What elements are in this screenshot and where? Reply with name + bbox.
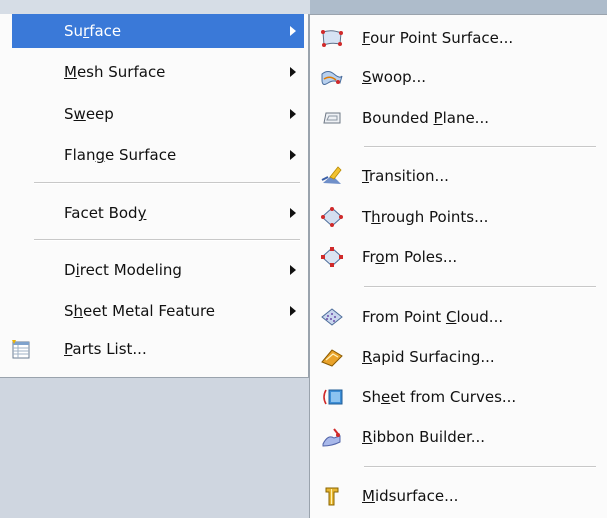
- menu-item-swoop[interactable]: Swoop...: [310, 60, 606, 94]
- menu-item-label: Through Points...: [362, 208, 489, 226]
- menu-item-label: Direct Modeling: [64, 261, 182, 279]
- bounded-plane-icon: [320, 107, 344, 129]
- menu-item-facet-body[interactable]: Facet Body: [12, 196, 304, 230]
- submenu-arrow-icon: [290, 265, 296, 275]
- menu-item-label: Parts List...: [64, 340, 147, 358]
- from-point-cloud-icon: [320, 306, 344, 328]
- menu-separator: [34, 239, 300, 241]
- menu-item-sheet-metal-feature[interactable]: Sheet Metal Feature: [12, 294, 304, 328]
- menu-item-label: Midsurface...: [362, 487, 459, 505]
- menu-item-label: Rapid Surfacing...: [362, 348, 495, 366]
- transition-icon: [320, 165, 344, 187]
- submenu-arrow-icon: [290, 208, 296, 218]
- through-points-icon: [320, 206, 344, 228]
- menu-item-ribbon-builder[interactable]: Ribbon Builder...: [310, 420, 606, 454]
- menu-separator: [34, 182, 300, 184]
- menu-separator: [364, 286, 596, 288]
- menu-item-label: From Poles...: [362, 248, 458, 266]
- background-area: [0, 378, 310, 518]
- menu-item-sweep[interactable]: Sweep: [12, 97, 304, 131]
- submenu-arrow-icon: [290, 67, 296, 77]
- menu-item-from-point-cloud[interactable]: From Point Cloud...: [310, 300, 606, 334]
- menu-item-label: Sweep: [64, 105, 114, 123]
- menu-separator: [364, 466, 596, 468]
- menu-item-label: Ribbon Builder...: [362, 428, 486, 446]
- four-point-surface-icon: [320, 27, 344, 49]
- menu-item-flange-surface[interactable]: Flange Surface: [12, 138, 304, 172]
- menu-item-direct-modeling[interactable]: Direct Modeling: [12, 253, 304, 287]
- surface-submenu: Four Point Surface... Swoop... Bounded P…: [309, 14, 607, 518]
- menu-item-label: Facet Body: [64, 204, 147, 222]
- submenu-arrow-icon: [290, 26, 296, 36]
- menu-item-label: Surface: [64, 22, 122, 40]
- from-poles-icon: [320, 246, 344, 268]
- menu-item-midsurface[interactable]: Midsurface...: [310, 479, 606, 513]
- menu-item-label: Four Point Surface...: [362, 29, 514, 47]
- rapid-surfacing-icon: [320, 346, 344, 368]
- menu-item-label: Transition...: [362, 167, 449, 185]
- background-strip: [310, 0, 607, 14]
- menu-item-label: Sheet from Curves...: [362, 388, 517, 406]
- midsurface-icon: [320, 485, 344, 507]
- menu-separator: [364, 146, 596, 148]
- menu-item-label: Mesh Surface: [64, 63, 166, 81]
- menu-item-label: Swoop...: [362, 68, 426, 86]
- menu-item-from-poles[interactable]: From Poles...: [310, 240, 606, 274]
- menu-item-bounded-plane[interactable]: Bounded Plane...: [310, 101, 606, 135]
- menu-item-four-point-surface[interactable]: Four Point Surface...: [310, 21, 606, 55]
- sheet-from-curves-icon: [320, 386, 344, 408]
- menu-item-through-points[interactable]: Through Points...: [310, 200, 606, 234]
- insert-menu: Surface Mesh Surface Sweep Flange Surfac…: [0, 14, 309, 378]
- parts-list-icon: [10, 338, 32, 360]
- menu-item-rapid-surfacing[interactable]: Rapid Surfacing...: [310, 340, 606, 374]
- menu-item-surface[interactable]: Surface: [12, 14, 304, 48]
- menu-item-label: Flange Surface: [64, 146, 177, 164]
- ribbon-builder-icon: [320, 426, 344, 448]
- menu-item-transition[interactable]: Transition...: [310, 159, 606, 193]
- submenu-arrow-icon: [290, 306, 296, 316]
- menu-item-label: Bounded Plane...: [362, 109, 489, 127]
- menu-item-label: Sheet Metal Feature: [64, 302, 216, 320]
- submenu-arrow-icon: [290, 150, 296, 160]
- menu-item-sheet-from-curves[interactable]: Sheet from Curves...: [310, 380, 606, 414]
- menu-item-parts-list[interactable]: Parts List...: [0, 332, 300, 366]
- menu-item-label: From Point Cloud...: [362, 308, 504, 326]
- submenu-arrow-icon: [290, 109, 296, 119]
- menu-item-mesh-surface[interactable]: Mesh Surface: [12, 55, 304, 89]
- swoop-icon: [320, 66, 344, 88]
